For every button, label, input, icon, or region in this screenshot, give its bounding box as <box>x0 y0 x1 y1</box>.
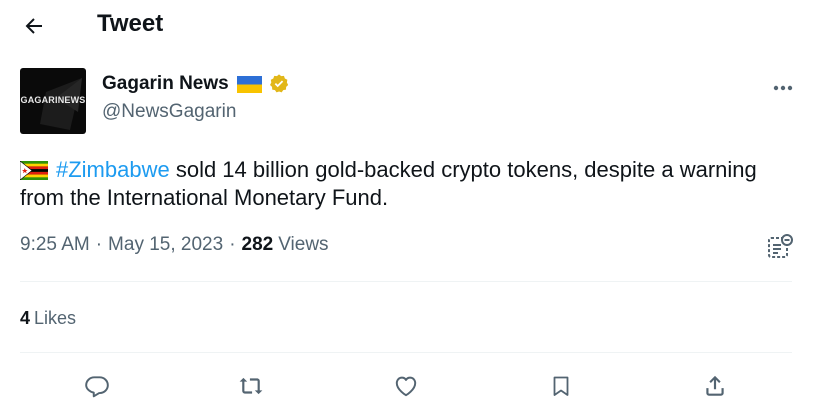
share-button[interactable] <box>697 368 733 404</box>
avatar[interactable]: GAGARINEWS <box>20 68 86 134</box>
divider <box>20 281 792 282</box>
retweet-icon <box>239 377 263 395</box>
meta-separator: · <box>229 234 236 255</box>
analytics-icon <box>768 234 793 258</box>
reply-icon <box>85 376 109 398</box>
display-name[interactable]: Gagarin News <box>102 73 229 95</box>
views-label: Views <box>278 234 329 255</box>
share-icon <box>706 375 724 396</box>
tweet-meta: 9:25 AM · May 15, 2023 · 282 Views <box>20 234 329 256</box>
bookmark-icon <box>553 376 569 396</box>
reply-button[interactable] <box>79 368 115 404</box>
gold-verified-badge-icon[interactable] <box>268 73 290 95</box>
ukraine-flag-icon <box>236 75 262 93</box>
more-horizontal-icon <box>773 85 793 91</box>
like-icon <box>395 376 417 397</box>
avatar-text: GAGARINEWS <box>20 95 86 105</box>
views-count: 282 <box>241 234 274 255</box>
divider <box>20 352 792 353</box>
tweet-author: GAGARINEWS Gagarin News @NewsGagarin <box>20 68 800 138</box>
more-options-button[interactable] <box>768 76 798 100</box>
hashtag-link[interactable]: #Zimbabwe <box>56 157 170 182</box>
likes-label: Likes <box>34 308 77 328</box>
likes-stat[interactable]: 4 Likes <box>20 308 76 329</box>
tweet-actions <box>0 368 814 404</box>
zimbabwe-flag-icon <box>20 161 48 180</box>
tweet-text: #Zimbabwe sold 14 billion gold-backed cr… <box>20 156 780 212</box>
like-button[interactable] <box>388 368 424 404</box>
page-title: Tweet <box>97 10 164 37</box>
top-bar: Tweet <box>0 0 814 54</box>
tweet-time[interactable]: 9:25 AM <box>20 234 90 256</box>
back-button[interactable] <box>14 8 54 44</box>
tweet-date[interactable]: May 15, 2023 <box>108 234 223 256</box>
analytics-button[interactable] <box>766 232 794 260</box>
likes-count: 4 <box>20 308 31 328</box>
bookmark-button[interactable] <box>543 368 579 404</box>
user-handle[interactable]: @NewsGagarin <box>102 101 236 123</box>
retweet-button[interactable] <box>233 368 269 404</box>
arrow-left-icon <box>25 18 42 34</box>
meta-separator: · <box>95 234 103 255</box>
